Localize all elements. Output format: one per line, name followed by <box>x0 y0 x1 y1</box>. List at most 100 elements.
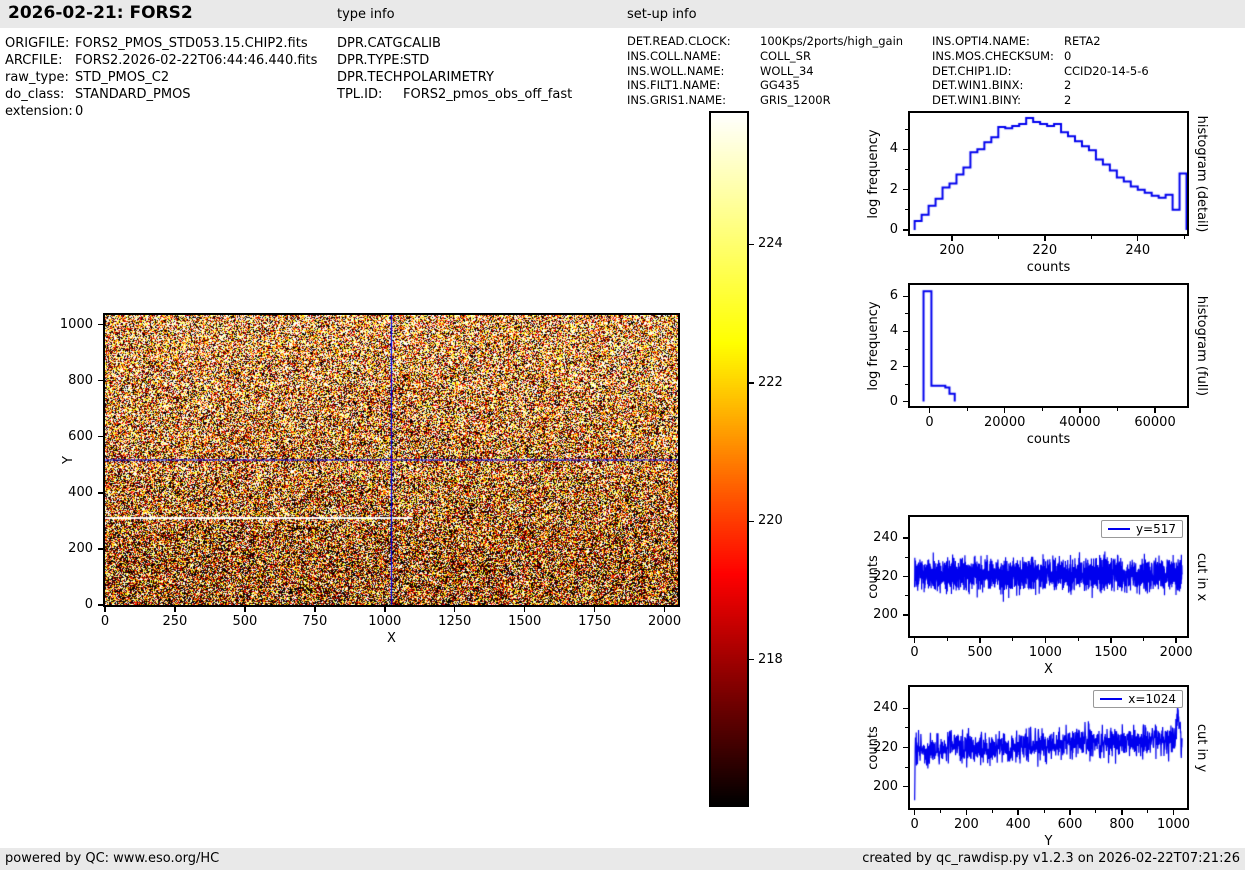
main-image-x-tick-label: 2000 <box>625 614 705 629</box>
main-image-y-tick <box>98 548 103 550</box>
main-image-x-axis-label: X <box>332 631 452 646</box>
cut-x-x-tick <box>1045 638 1047 643</box>
main-image-x-tick-label: 750 <box>275 614 355 629</box>
cut-x-x-tick <box>1110 638 1112 643</box>
cut-y-x-tick-label: 1000 <box>1134 817 1214 832</box>
main-image-x-tick <box>384 607 386 612</box>
cut-y-x-tick <box>1069 810 1071 815</box>
cut-x-y-axis-label: counts <box>866 555 881 598</box>
main-image-x-tick-label: 1250 <box>415 614 495 629</box>
colorbar-tick <box>749 382 754 384</box>
hist-detail-x-tick <box>1137 236 1139 241</box>
qc-report-page: 2026-02-21: FORS2 type info set-up info … <box>0 0 1245 870</box>
cut-y-x-minor-tick <box>1044 810 1045 813</box>
hist-detail-y-axis-label: log frequency <box>866 129 881 218</box>
colorbar-tick-label: 220 <box>758 513 783 528</box>
cut-x-legend-line-sample <box>1108 528 1130 530</box>
main-image-x-tick-label: 500 <box>205 614 285 629</box>
colorbar-tick-label: 218 <box>758 652 783 667</box>
main-image-y-tick-label: 0 <box>46 597 93 612</box>
colorbar-frame <box>709 111 749 807</box>
main-image-x-tick <box>664 607 666 612</box>
main-image-y-tick <box>98 492 103 494</box>
hist-full-x-tick <box>1154 408 1156 413</box>
cut-y-y-tick-label: 200 <box>851 779 898 794</box>
cut-x-x-tick <box>914 638 916 643</box>
main-image-y-tick <box>98 436 103 438</box>
main-image-x-tick-label: 1000 <box>345 614 425 629</box>
hist-full-y-tick-label: 0 <box>851 394 898 409</box>
cut-y-y-axis-label: counts <box>866 726 881 769</box>
cut-x-legend-label: y=517 <box>1136 522 1176 536</box>
cut-x-y-tick-label: 240 <box>851 530 898 545</box>
cut-y-x-axis-label: Y <box>989 834 1109 849</box>
hist-detail-x-axis-label: counts <box>989 260 1109 275</box>
hist-full-x-minor-tick <box>967 408 968 411</box>
cut-x-x-minor-tick <box>1143 638 1144 641</box>
hist-detail-frame <box>908 111 1189 236</box>
cut-x-x-tick-label: 2000 <box>1136 645 1216 660</box>
hist-detail-x-minor-tick <box>1091 236 1092 239</box>
main-image-y-tick-label: 200 <box>46 541 93 556</box>
hist-detail-side-title: histogram (detail) <box>1194 115 1209 232</box>
hist-full-side-title: histogram (full) <box>1194 295 1209 395</box>
main-image-y-tick-label: 600 <box>46 429 93 444</box>
hist-detail-y-tick-label: 0 <box>851 222 898 237</box>
cut-y-x-tick <box>914 810 916 815</box>
main-image-y-tick-label: 400 <box>46 485 93 500</box>
cut-x-legend: y=517 <box>1101 520 1183 538</box>
footer-created-by: created by qc_rawdisp.py v1.2.3 on 2026-… <box>862 851 1240 866</box>
cut-x-x-minor-tick <box>947 638 948 641</box>
main-image-x-tick <box>244 607 246 612</box>
cut-y-side-title: cut in y <box>1194 723 1209 771</box>
main-image-x-tick-label: 1500 <box>485 614 565 629</box>
cut-x-y-tick-label: 200 <box>851 607 898 622</box>
figure-area: 0250500750100012501500175020000200400600… <box>0 0 1245 870</box>
cut-y-x-minor-tick <box>992 810 993 813</box>
hist-detail-x-tick <box>1044 236 1046 241</box>
hist-full-x-minor-tick <box>1117 408 1118 411</box>
hist-detail-x-tick-label: 220 <box>1005 243 1085 258</box>
cut-x-x-minor-tick <box>1078 638 1079 641</box>
main-image-x-tick <box>524 607 526 612</box>
cut-x-x-tick <box>979 638 981 643</box>
hist-full-x-minor-tick <box>1042 408 1043 411</box>
cut-y-x-tick <box>1017 810 1019 815</box>
hist-detail-x-minor-tick <box>998 236 999 239</box>
main-image-x-tick-label: 0 <box>65 614 145 629</box>
hist-full-frame <box>908 283 1189 408</box>
main-image-y-axis-label: Y <box>61 456 76 464</box>
main-image-x-tick-label: 250 <box>135 614 215 629</box>
colorbar-tick-label: 224 <box>758 236 783 251</box>
main-image-x-tick <box>314 607 316 612</box>
main-image-y-tick <box>98 380 103 382</box>
cut-y-y-tick-label: 240 <box>851 700 898 715</box>
colorbar-tick-label: 222 <box>758 375 783 390</box>
footer-powered-by: powered by QC: www.eso.org/HC <box>5 851 219 866</box>
hist-full-x-axis-label: counts <box>989 432 1109 447</box>
main-image-x-tick <box>174 607 176 612</box>
main-image-x-tick <box>594 607 596 612</box>
main-image-x-tick <box>454 607 456 612</box>
main-image-y-tick <box>98 324 103 326</box>
cut-y-x-minor-tick <box>1147 810 1148 813</box>
hist-full-x-tick-label: 0 <box>890 415 970 430</box>
hist-full-x-tick-label: 20000 <box>965 415 1045 430</box>
cut-y-x-tick <box>1121 810 1123 815</box>
cut-x-x-minor-tick <box>1012 638 1013 641</box>
main-image-y-tick-label: 800 <box>46 373 93 388</box>
hist-full-x-tick-label: 60000 <box>1115 415 1195 430</box>
cut-y-x-minor-tick <box>1095 810 1096 813</box>
hist-detail-x-tick-label: 200 <box>912 243 992 258</box>
hist-full-y-axis-label: log frequency <box>866 301 881 390</box>
colorbar-tick <box>749 521 754 523</box>
cut-y-legend: x=1024 <box>1093 690 1183 708</box>
footer-bar: powered by QC: www.eso.org/HC created by… <box>0 848 1245 870</box>
main-image-frame <box>103 313 680 607</box>
cut-x-side-title: cut in x <box>1194 552 1209 600</box>
cut-x-x-tick <box>1175 638 1177 643</box>
hist-detail-x-tick <box>951 236 953 241</box>
hist-detail-x-tick-label: 240 <box>1098 243 1178 258</box>
cut-y-x-minor-tick <box>940 810 941 813</box>
colorbar-tick <box>749 244 754 246</box>
